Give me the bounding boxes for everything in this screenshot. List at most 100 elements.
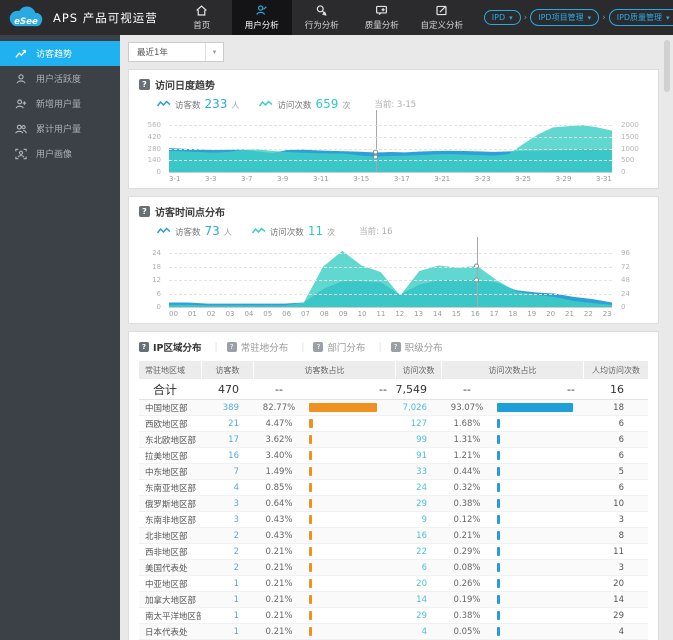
sidebar-item-label: 新增用户量 — [36, 100, 82, 110]
blue-bar — [497, 611, 500, 620]
visitors-count[interactable]: 1 — [201, 624, 253, 640]
visits-percent: 0.38% — [441, 496, 493, 512]
product-breadcrumb: IPD › IPD项目管理 › IPD质量管理 — [483, 0, 673, 35]
visitors-count[interactable]: 2 — [201, 560, 253, 576]
visits-count[interactable]: 9 — [395, 512, 441, 528]
chevron-down-icon[interactable] — [666, 13, 670, 22]
tab-label: 部门分布 — [327, 343, 366, 354]
visits-count[interactable]: 20 — [395, 576, 441, 592]
visits-count[interactable]: 14 — [395, 592, 441, 608]
visits-count[interactable]: 22 — [395, 544, 441, 560]
plot-area[interactable] — [169, 110, 612, 173]
visitors-count[interactable]: 1 — [201, 608, 253, 624]
legend-label: 访客数 — [175, 228, 201, 238]
legend-value: 233 — [204, 97, 228, 111]
col-visitors-pct: 访客数占比 — [253, 361, 395, 379]
nav-tab-behavior-analysis[interactable]: 行为分析 — [292, 0, 352, 35]
visits-count[interactable]: 33 — [395, 464, 441, 480]
esee-logo[interactable]: eSee — [0, 0, 53, 35]
help-icon[interactable] — [139, 79, 150, 90]
nav-tab-home[interactable]: 首页 — [172, 0, 232, 35]
visitors-bar-cell — [305, 432, 395, 448]
y-axis-tick-left: 18 — [152, 262, 161, 271]
blue-bar — [497, 467, 500, 476]
sidebar-item-new-users[interactable]: 新增用户量 — [0, 91, 120, 116]
table-row: 中亚地区部 1 0.21% 20 0.26% 20 — [139, 576, 648, 592]
tab-job-level[interactable]: 职级分布 — [390, 340, 443, 354]
x-axis: 00 01 02 03 04 05 06 07 08 09 10 11 12 13 14 15 16 17 18 19… — [169, 310, 612, 318]
per-capita: 16 — [583, 379, 648, 400]
behavior-analysis-icon — [317, 5, 327, 16]
scrollbar-thumb[interactable] — [664, 40, 670, 92]
table-row: 东南亚地区部 4 0.85% 24 0.32% 6 — [139, 480, 648, 496]
visits-count[interactable]: 7,026 — [395, 400, 441, 416]
visitors-count[interactable]: 17 — [201, 432, 253, 448]
visits-count[interactable]: 4 — [395, 624, 441, 640]
visitors-count[interactable]: 7 — [201, 464, 253, 480]
visitors-count[interactable]: 4 — [201, 480, 253, 496]
chevron-down-icon[interactable] — [509, 13, 513, 22]
pill-ipd[interactable]: IPD — [483, 10, 521, 25]
per-capita: 6 — [583, 480, 648, 496]
tab-department[interactable]: 部门分布 — [313, 340, 390, 354]
gridline — [169, 148, 612, 150]
chart-marker[interactable] — [474, 237, 480, 307]
x-axis-tick: 3-1 — [169, 175, 181, 183]
visits-count[interactable]: 127 — [395, 416, 441, 432]
blue-bar — [497, 547, 500, 556]
visits-count[interactable]: 16 — [395, 528, 441, 544]
visits-count[interactable]: 29 — [395, 496, 441, 512]
x-axis-tick: 04 — [244, 310, 254, 318]
visitors-count[interactable]: 21 — [201, 416, 253, 432]
nav-tab-user-analysis[interactable]: 用户分析 — [231, 0, 292, 35]
hourly-distribution-chart[interactable]: 0 6 12 18 24 0 24 48 72 96 00 01 02 03 04 05 06 07 08 09 1… — [139, 237, 648, 318]
sidebar-item-user-portrait[interactable]: 用户画像 — [0, 141, 120, 166]
chart-marker[interactable] — [372, 110, 378, 172]
visitors-count[interactable]: 1 — [201, 576, 253, 592]
visits-count[interactable]: 6 — [395, 560, 441, 576]
visitors-percent: 4.47% — [253, 416, 305, 432]
chevron-down-icon[interactable] — [205, 43, 223, 61]
pill-ipd-quality[interactable]: IPD质量管理 — [608, 9, 673, 26]
x-axis-tick: 05 — [263, 310, 273, 318]
trend-icon — [15, 49, 26, 58]
chevron-down-icon[interactable] — [588, 13, 592, 22]
visitors-percent: 0.21% — [253, 592, 305, 608]
help-icon[interactable] — [139, 342, 149, 352]
sidebar-item-user-activity[interactable]: 用户活跃度 — [0, 66, 120, 91]
blue-bar — [497, 451, 500, 460]
help-icon[interactable] — [226, 342, 237, 352]
visitors-count[interactable]: 3 — [201, 512, 253, 528]
nav-label: 自定义分析 — [420, 21, 464, 31]
visitors-count[interactable]: 1 — [201, 592, 253, 608]
time-range-select[interactable]: 最近1年 — [128, 42, 224, 62]
visitors-count[interactable]: 3 — [201, 496, 253, 512]
help-icon[interactable] — [139, 206, 150, 217]
visits-count[interactable]: 24 — [395, 480, 441, 496]
visits-count[interactable]: 91 — [395, 448, 441, 464]
x-axis-tick: 3-3 — [204, 175, 217, 183]
x-axis-tick: 01 — [187, 310, 197, 318]
region-cell: 合计 — [139, 379, 201, 400]
gridline — [169, 293, 612, 295]
sidebar-item-total-users[interactable]: 累计用户量 — [0, 116, 120, 141]
tab-residence[interactable]: 常驻地分布 — [226, 340, 314, 354]
table-row: 南太平洋地区部 1 0.21% 29 0.38% 29 — [139, 608, 648, 624]
tab-ip-region[interactable]: IP区域分布 — [139, 340, 227, 354]
visitors-count[interactable]: 2 — [201, 544, 253, 560]
nav-tab-custom-analysis[interactable]: 自定义分析 — [412, 0, 472, 35]
visitors-count[interactable]: 389 — [201, 400, 253, 416]
help-icon[interactable] — [313, 342, 324, 352]
table-row: 美国代表处 2 0.21% 6 0.08% 3 — [139, 560, 648, 576]
help-icon[interactable] — [390, 342, 401, 352]
visitors-count[interactable]: 16 — [201, 448, 253, 464]
nav-tab-quality-analysis[interactable]: 质量分析 — [352, 0, 412, 35]
plot-area[interactable] — [169, 237, 612, 308]
visitors-count[interactable]: 2 — [201, 528, 253, 544]
visits-count[interactable]: 99 — [395, 432, 441, 448]
chart-legend: 访客数 73 人 访问次数 11 次 当前: 16 — [157, 224, 648, 238]
daily-trend-chart[interactable]: 0 140 280 420 560 0 500 1000 1500 2000 3-1 3-3 3-7… — [139, 110, 648, 183]
pill-ipd-project[interactable]: IPD项目管理 — [530, 9, 600, 26]
sidebar-item-visitor-trend[interactable]: 访客趋势 — [0, 41, 120, 66]
visits-count[interactable]: 29 — [395, 608, 441, 624]
